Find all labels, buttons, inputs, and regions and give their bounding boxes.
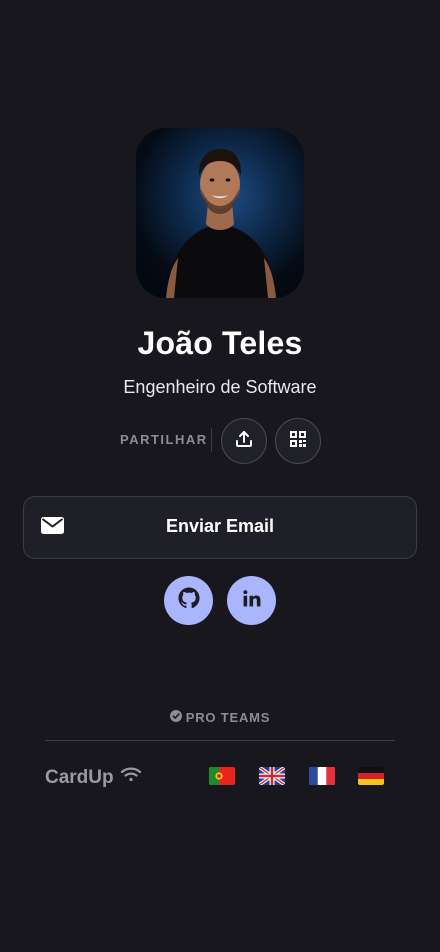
share-divider <box>211 428 212 452</box>
qr-code-icon <box>289 430 307 453</box>
github-icon <box>177 587 200 614</box>
pro-teams-badge: PRO TEAMS <box>0 710 440 725</box>
wifi-icon <box>120 766 142 789</box>
share-button[interactable] <box>221 418 267 464</box>
github-button[interactable] <box>164 576 213 625</box>
linkedin-icon <box>242 589 261 613</box>
brand-name: CardUp <box>45 766 114 788</box>
pro-teams-label: PRO TEAMS <box>185 710 271 725</box>
france-flag-icon[interactable] <box>309 767 335 785</box>
uk-flag-icon[interactable] <box>259 767 285 785</box>
profile-photo <box>136 128 304 298</box>
profile-role: Engenheiro de Software <box>123 377 317 397</box>
brand-logo[interactable]: CardUp <box>45 766 142 789</box>
share-upload-icon <box>234 429 254 454</box>
germany-flag-icon[interactable] <box>358 767 384 785</box>
send-email-button[interactable]: Enviar Email <box>23 496 417 559</box>
portugal-flag-icon[interactable] <box>209 767 235 785</box>
check-circle-icon <box>169 710 182 725</box>
share-label: PARTILHAR <box>120 432 208 447</box>
profile-name: João Teles <box>137 325 303 361</box>
footer-divider <box>45 740 395 741</box>
send-email-label: Enviar Email <box>165 516 275 536</box>
qr-code-button[interactable] <box>275 418 321 464</box>
linkedin-button[interactable] <box>227 576 276 625</box>
